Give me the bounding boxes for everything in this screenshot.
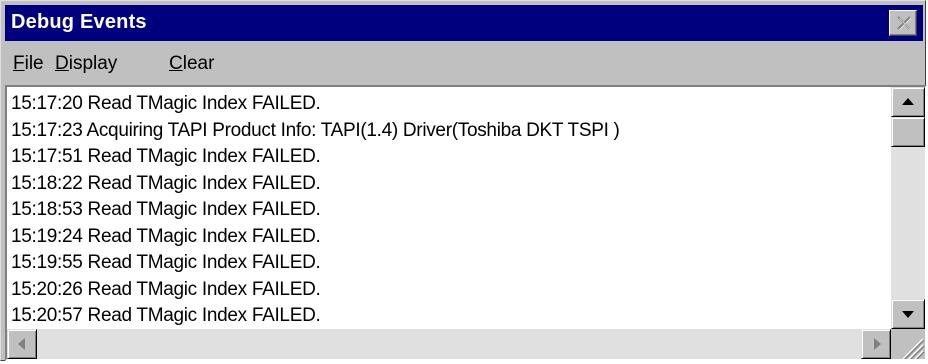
log-line: 15:20:26 Read TMagic Index FAILED.	[11, 278, 321, 300]
size-grip[interactable]	[891, 329, 925, 361]
log-line: 15:17:23 Acquiring TAPI Product Info: TA…	[11, 119, 620, 141]
menu-display[interactable]: Display	[55, 53, 117, 75]
log-line: 15:19:24 Read TMagic Index FAILED.	[11, 225, 321, 247]
arrow-right-icon	[874, 338, 881, 350]
menu-file-accel: F	[13, 53, 25, 74]
scroll-right-button[interactable]	[861, 329, 891, 359]
size-grip-icon	[902, 338, 925, 361]
debug-events-window: Debug Events File Display Clear 15:17:20…	[0, 0, 927, 361]
log-line: 15:18:22 Read TMagic Index FAILED.	[11, 172, 321, 194]
scroll-up-button[interactable]	[891, 87, 925, 117]
menu-clear-label: lear	[182, 53, 215, 74]
menu-clear-accel: C	[169, 53, 183, 74]
scroll-down-button[interactable]	[891, 299, 925, 329]
menu-file-label: ile	[24, 53, 44, 74]
horizontal-scrollbar[interactable]	[7, 329, 891, 359]
vertical-scrollbar[interactable]	[891, 87, 925, 329]
log-line: 15:18:53 Read TMagic Index FAILED.	[11, 199, 321, 220]
menu-bar: File Display Clear	[5, 45, 923, 81]
scroll-thumb[interactable]	[891, 117, 925, 147]
close-button[interactable]	[889, 10, 917, 36]
log-line: 15:19:55 Read TMagic Index FAILED.	[11, 252, 321, 273]
log-lines: 15:17:20 Read TMagic Index FAILED. 15:17…	[11, 91, 891, 327]
title-bar[interactable]: Debug Events	[5, 5, 923, 41]
arrow-down-icon	[902, 311, 914, 318]
arrow-up-icon	[902, 98, 914, 105]
log-line: 15:17:51 Read TMagic Index FAILED.	[11, 146, 321, 167]
menu-file[interactable]: File	[13, 53, 44, 75]
menu-clear[interactable]: Clear	[169, 53, 214, 75]
event-log[interactable]: 15:17:20 Read TMagic Index FAILED. 15:17…	[5, 85, 927, 361]
close-icon	[897, 16, 912, 30]
log-line: 15:17:20 Read TMagic Index FAILED.	[11, 93, 321, 114]
menu-display-accel: D	[55, 53, 69, 74]
log-line: 15:20:57 Read TMagic Index FAILED.	[11, 305, 321, 326]
scroll-left-button[interactable]	[7, 329, 37, 359]
window-title: Debug Events	[11, 11, 147, 33]
arrow-left-icon	[18, 338, 25, 350]
menu-display-label: isplay	[68, 53, 118, 74]
